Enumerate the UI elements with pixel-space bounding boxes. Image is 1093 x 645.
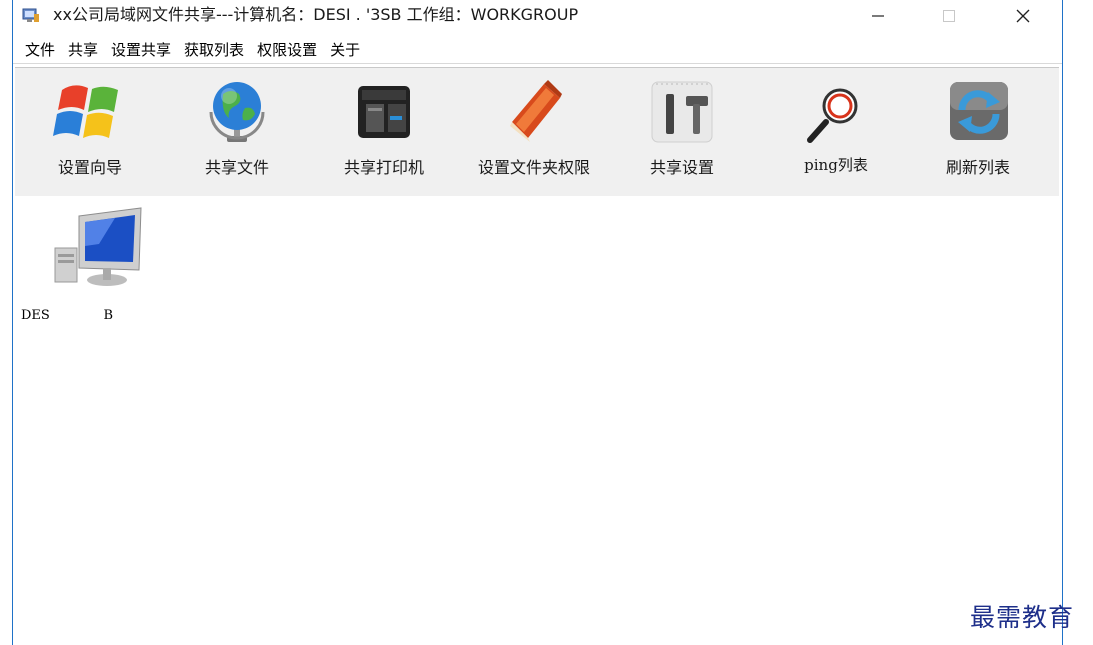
setup-wizard-button[interactable]: 设置向导 — [35, 72, 145, 192]
refresh-list-button[interactable]: 刷新列表 — [923, 72, 1033, 192]
notebook-icon — [494, 72, 574, 152]
watermark: 最需教育 — [970, 603, 1075, 632]
globe-icon — [197, 72, 277, 152]
menu-permissions[interactable]: 权限设置 — [257, 39, 317, 60]
close-button[interactable] — [1000, 0, 1046, 32]
minimize-button[interactable] — [855, 0, 901, 32]
menu-about[interactable]: 关于 — [330, 39, 360, 60]
toolbar: 设置向导 共享文件 共享打印机 设置文件夹权限 共享设置 ping列表 刷新列表 — [15, 67, 1059, 196]
ping-list-label: ping列表 — [804, 156, 868, 174]
windows-logo-icon — [50, 72, 130, 152]
share-settings-button[interactable]: 共享设置 — [627, 72, 737, 192]
computer-name: DES B — [21, 308, 114, 323]
menu-share[interactable]: 共享 — [68, 39, 98, 60]
share-files-button[interactable]: 共享文件 — [182, 72, 292, 192]
menu-get-list[interactable]: 获取列表 — [184, 39, 244, 60]
magnifier-icon — [796, 72, 876, 152]
folder-permissions-button[interactable]: 设置文件夹权限 — [461, 72, 607, 192]
share-settings-label: 共享设置 — [649, 158, 714, 177]
window-title: xx公司局域网文件共享---计算机名：DESI . '3SB 工作组：WORKG… — [53, 5, 579, 24]
app-window: xx公司局域网文件共享---计算机名：DESI . '3SB 工作组：WORKG… — [12, 0, 1063, 645]
refresh-icon — [938, 72, 1018, 152]
setup-wizard-label: 设置向导 — [57, 158, 122, 177]
minimize-icon — [872, 15, 884, 17]
share-printer-button[interactable]: 共享打印机 — [329, 72, 439, 192]
menu-share-settings[interactable]: 设置共享 — [111, 39, 171, 60]
computer-icon — [45, 204, 145, 294]
share-printer-label: 共享打印机 — [343, 158, 424, 177]
refresh-list-label: 刷新列表 — [945, 158, 1010, 177]
close-icon — [1016, 9, 1030, 23]
menu-bar: 文件 共享 设置共享 获取列表 权限设置 关于 — [13, 36, 1062, 64]
menu-file[interactable]: 文件 — [25, 39, 55, 60]
title-bar[interactable]: xx公司局域网文件共享---计算机名：DESI . '3SB 工作组：WORKG… — [13, 0, 1062, 32]
folder-permissions-label: 设置文件夹权限 — [477, 158, 590, 177]
ping-list-button[interactable]: ping列表 — [781, 72, 891, 192]
share-files-label: 共享文件 — [204, 158, 269, 177]
printer-icon — [344, 72, 424, 152]
computer-list: DES B — [13, 196, 1062, 645]
maximize-button[interactable] — [926, 0, 972, 32]
app-icon — [22, 6, 40, 24]
tools-icon — [642, 72, 722, 152]
maximize-icon — [943, 10, 955, 22]
